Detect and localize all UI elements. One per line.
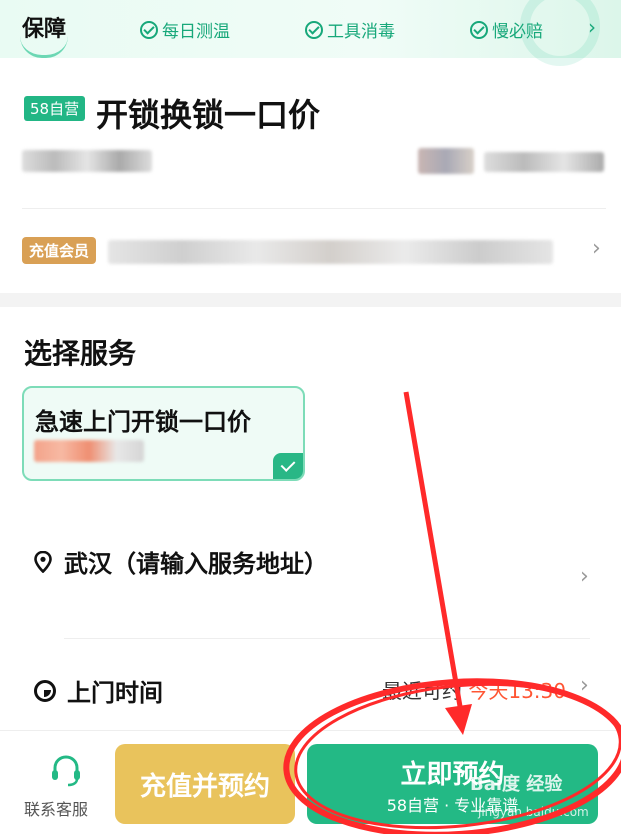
- guarantee-item-label: 每日测温: [162, 22, 230, 42]
- time-hint: 最近可约: [382, 679, 462, 703]
- section-title: 选择服务: [24, 337, 137, 370]
- charge-and-book-button[interactable]: 充值并预约: [115, 744, 295, 824]
- annotation-arrow: [403, 391, 465, 719]
- divider: [22, 208, 606, 209]
- blurred-service-price: [34, 440, 144, 462]
- self-operated-badge: 58自营: [24, 96, 86, 121]
- blurred-price: [22, 150, 152, 172]
- customer-service-label: 联系客服: [24, 800, 89, 819]
- customer-service-button[interactable]: [22, 752, 92, 792]
- time-slot: 今天13:30: [468, 679, 566, 703]
- guarantee-item-disinfect: 工具消毒: [305, 17, 395, 42]
- clock-icon: [34, 679, 56, 702]
- location-pin-icon: [34, 550, 52, 573]
- service-name: 急速上门开锁一口价: [35, 408, 251, 436]
- address-row[interactable]: 武汉（请输入服务地址）: [34, 544, 328, 579]
- selected-check-icon: [273, 453, 303, 479]
- baidu-watermark-url: jingyan.baidu.com: [478, 805, 589, 819]
- service-card[interactable]: 急速上门开锁一口价: [22, 386, 305, 481]
- headset-icon: [52, 755, 80, 787]
- address-text: 武汉（请输入服务地址）: [64, 550, 328, 578]
- check-circle-icon: [140, 20, 158, 39]
- guarantee-item-label: 慢必赔: [492, 22, 543, 42]
- check-circle-icon: [470, 20, 488, 39]
- chevron-right-icon[interactable]: ›: [592, 236, 601, 261]
- decor-swoosh: [20, 36, 68, 58]
- blurred-avatar: [418, 148, 474, 174]
- chevron-right-icon[interactable]: ›: [588, 15, 596, 39]
- blurred-sales: [484, 152, 604, 172]
- baidu-watermark: Bai度 经验: [470, 774, 563, 795]
- time-value[interactable]: 最近可约 今天13:30: [382, 675, 566, 704]
- check-circle-icon: [305, 20, 323, 39]
- guarantee-bar[interactable]: 保障 每日测温 工具消毒 慢必赔 ›: [0, 0, 621, 66]
- chevron-right-icon[interactable]: ›: [580, 673, 589, 698]
- time-label: 上门时间: [67, 679, 163, 707]
- blurred-vip-offer[interactable]: [108, 240, 553, 264]
- vip-badge: 充值会员: [22, 237, 97, 264]
- section-gap: [0, 293, 621, 307]
- time-row[interactable]: 上门时间: [34, 673, 163, 708]
- guarantee-item-temperature: 每日测温: [140, 17, 230, 42]
- divider: [64, 638, 590, 639]
- chevron-right-icon[interactable]: ›: [580, 564, 589, 589]
- product-title: 开锁换锁一口价: [96, 96, 321, 134]
- guarantee-item-compensation: 慢必赔: [470, 17, 543, 42]
- guarantee-item-label: 工具消毒: [327, 22, 395, 42]
